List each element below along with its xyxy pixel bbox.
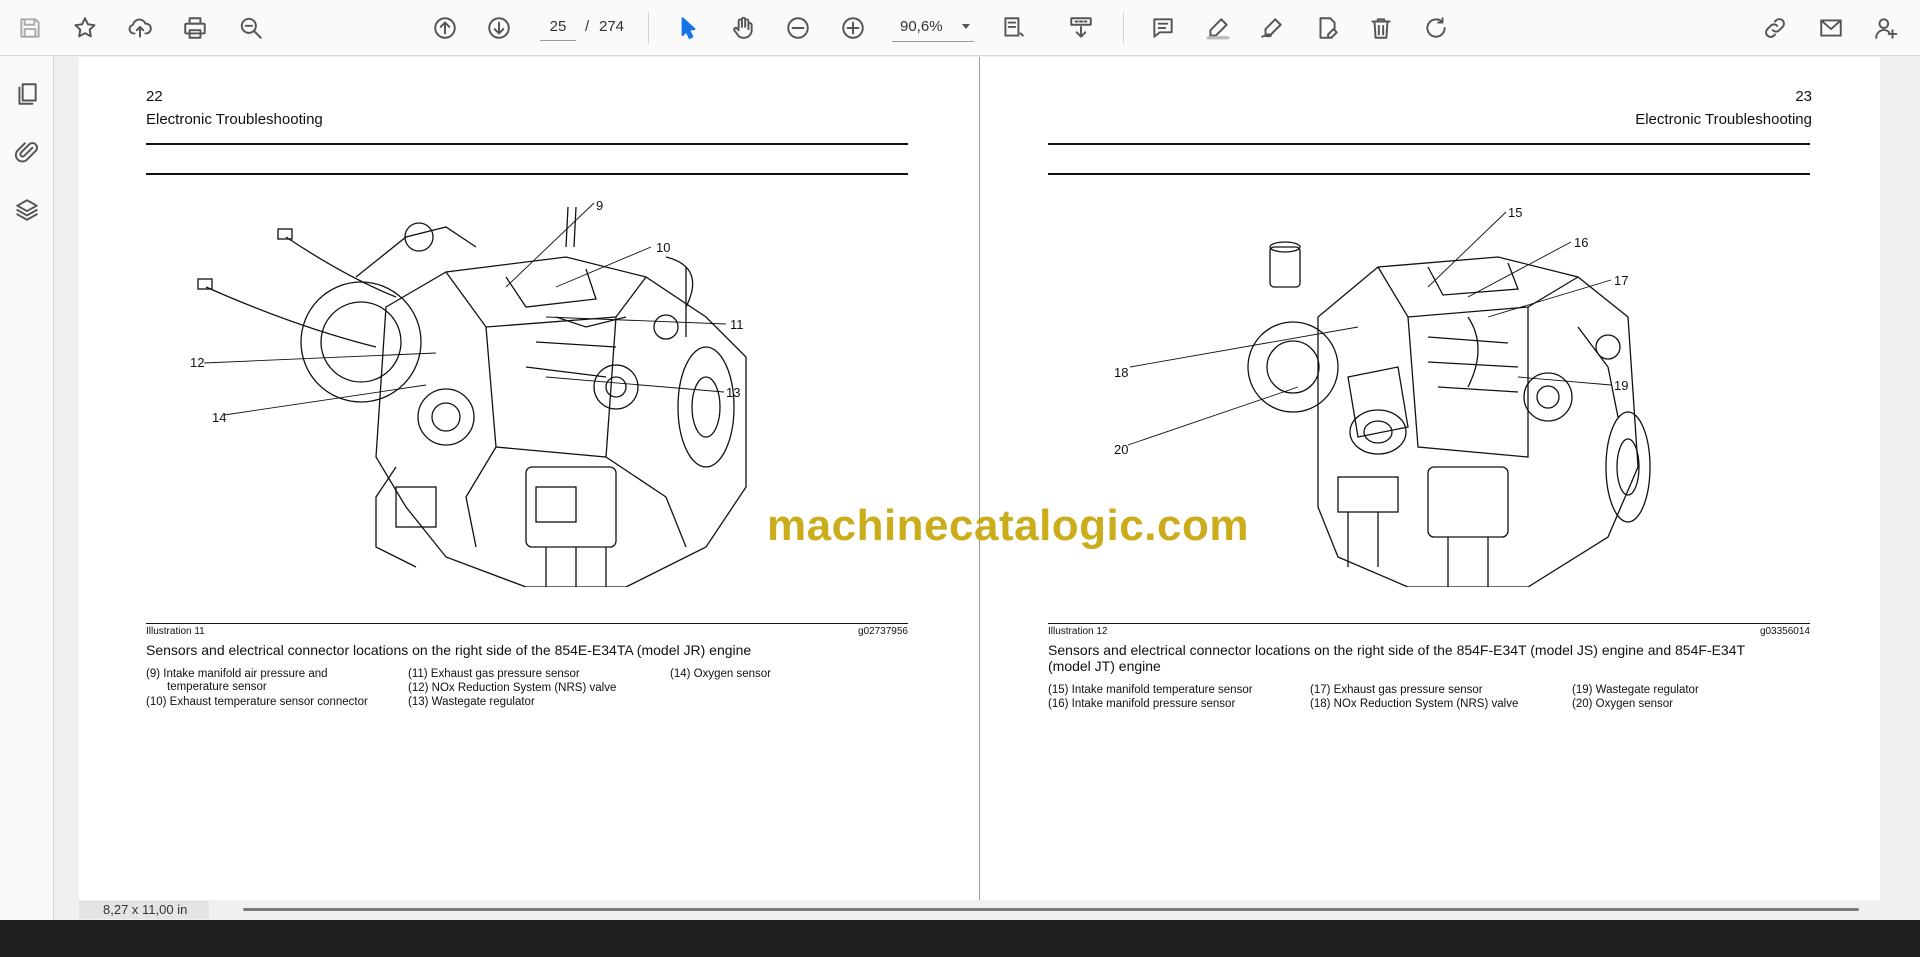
- page-23: 23 Electronic Troubleshooting 15 16 17 1…: [980, 57, 1880, 900]
- watermark: machinecatalogic.com: [767, 501, 1249, 550]
- legend-item: (10) Exhaust temperature sensor connecto…: [146, 696, 368, 708]
- legend-item: (9) Intake manifold air pressure and tem…: [146, 668, 328, 694]
- layers-icon[interactable]: [9, 192, 45, 228]
- page-size-label: 8,27 x 11,00 in: [79, 901, 209, 919]
- toolbar-divider: [1123, 12, 1124, 44]
- legend-text: temperature sensor: [167, 681, 267, 693]
- callout-19: 19: [1614, 378, 1628, 393]
- illustration-label: Illustration 11: [146, 626, 205, 637]
- highlight-pen-icon[interactable]: [1200, 10, 1236, 46]
- pdf-viewer-window: / 274 90,6%: [0, 0, 1920, 920]
- header-rule: [146, 143, 908, 145]
- zoom-search-icon[interactable]: [233, 10, 269, 46]
- legend-text: (9) Intake manifold air pressure and: [146, 668, 328, 680]
- scroll-mode-icon[interactable]: [1063, 10, 1099, 46]
- legend-item: (17) Exhaust gas pressure sensor: [1310, 684, 1483, 696]
- figure-meta: Illustration 12 g03356014: [1048, 626, 1810, 640]
- left-sidebar: [0, 56, 54, 920]
- legend-item: (13) Wastegate regulator: [408, 696, 535, 708]
- callout-15: 15: [1508, 205, 1522, 220]
- legend-item: (12) NOx Reduction System (NRS) valve: [408, 682, 617, 694]
- caption-line: (model JT) engine: [1048, 658, 1161, 674]
- zoom-level-select[interactable]: 90,6%: [892, 12, 974, 42]
- header-rule: [1048, 143, 1810, 145]
- chevron-down-icon: [962, 24, 970, 29]
- email-icon[interactable]: [1813, 10, 1849, 46]
- legend-item: (15) Intake manifold temperature sensor: [1048, 684, 1253, 696]
- page-22: 22 Electronic Troubleshooting 9 10 11 12…: [79, 57, 979, 900]
- document-view[interactable]: 22 Electronic Troubleshooting 9 10 11 12…: [55, 57, 1915, 900]
- page-number-input[interactable]: [540, 13, 576, 41]
- legend-item: (11) Exhaust gas pressure sensor: [408, 668, 580, 680]
- status-bar: 8,27 x 11,00 in: [55, 900, 1915, 920]
- hand-icon[interactable]: [725, 10, 761, 46]
- fit-page-icon[interactable]: [995, 10, 1031, 46]
- callout-12: 12: [190, 355, 204, 370]
- callout-20: 20: [1114, 442, 1128, 457]
- taskbar-strip: [0, 920, 1920, 927]
- edit-icon[interactable]: [1309, 10, 1345, 46]
- draw-icon[interactable]: [1254, 10, 1290, 46]
- callout-13: 13: [726, 385, 740, 400]
- zoom-in-icon[interactable]: [835, 10, 871, 46]
- page-title: Electronic Troubleshooting: [146, 111, 323, 128]
- page-title: Electronic Troubleshooting: [1635, 111, 1812, 128]
- callout-16: 16: [1574, 235, 1588, 250]
- callout-14: 14: [212, 410, 226, 425]
- toolbar: / 274 90,6%: [0, 0, 1920, 56]
- figure-meta: Illustration 11 g02737956: [146, 626, 908, 640]
- toolbar-divider: [648, 12, 649, 44]
- figure-caption: Sensors and electrical connector locatio…: [1048, 642, 1810, 674]
- illustration-label: Illustration 12: [1048, 626, 1108, 637]
- save-icon[interactable]: [12, 10, 48, 46]
- star-icon[interactable]: [67, 10, 103, 46]
- comment-icon[interactable]: [1145, 10, 1181, 46]
- delete-icon[interactable]: [1363, 10, 1399, 46]
- caption-line: Sensors and electrical connector locatio…: [1048, 642, 1746, 658]
- callout-10: 10: [656, 240, 670, 255]
- illustration-code: g03356014: [1759, 626, 1810, 637]
- callout-11: 11: [730, 317, 744, 332]
- cloud-upload-icon[interactable]: [122, 10, 158, 46]
- figure-rule: [1048, 623, 1810, 624]
- legend-item: (18) NOx Reduction System (NRS) valve: [1310, 698, 1519, 710]
- pages-icon[interactable]: [9, 76, 45, 112]
- share-link-icon[interactable]: [1757, 10, 1793, 46]
- legend-item: (16) Intake manifold pressure sensor: [1048, 698, 1236, 710]
- zoom-value: 90,6%: [900, 18, 943, 35]
- page-up-icon[interactable]: [427, 10, 463, 46]
- page-down-icon[interactable]: [481, 10, 517, 46]
- page-number: 23: [1795, 88, 1812, 105]
- select-cursor-icon[interactable]: [670, 10, 706, 46]
- legend-item: (20) Oxygen sensor: [1572, 698, 1673, 710]
- zoom-out-icon[interactable]: [780, 10, 816, 46]
- callout-18: 18: [1114, 365, 1128, 380]
- legend-item: (14) Oxygen sensor: [670, 668, 771, 680]
- add-user-icon[interactable]: [1868, 10, 1904, 46]
- callout-9: 9: [596, 198, 603, 213]
- callout-17: 17: [1614, 273, 1628, 288]
- figure-rule: [146, 623, 908, 624]
- rotate-icon[interactable]: [1418, 10, 1454, 46]
- page-total: 274: [599, 18, 625, 35]
- page-separator: /: [585, 18, 590, 35]
- page-number: 22: [146, 88, 163, 105]
- horizontal-scrollbar[interactable]: [243, 908, 1859, 911]
- print-icon[interactable]: [177, 10, 213, 46]
- figure-caption: Sensors and electrical connector locatio…: [146, 642, 752, 658]
- attachment-icon[interactable]: [9, 134, 45, 170]
- legend-item: (19) Wastegate regulator: [1572, 684, 1699, 696]
- illustration-code: g02737956: [857, 626, 908, 637]
